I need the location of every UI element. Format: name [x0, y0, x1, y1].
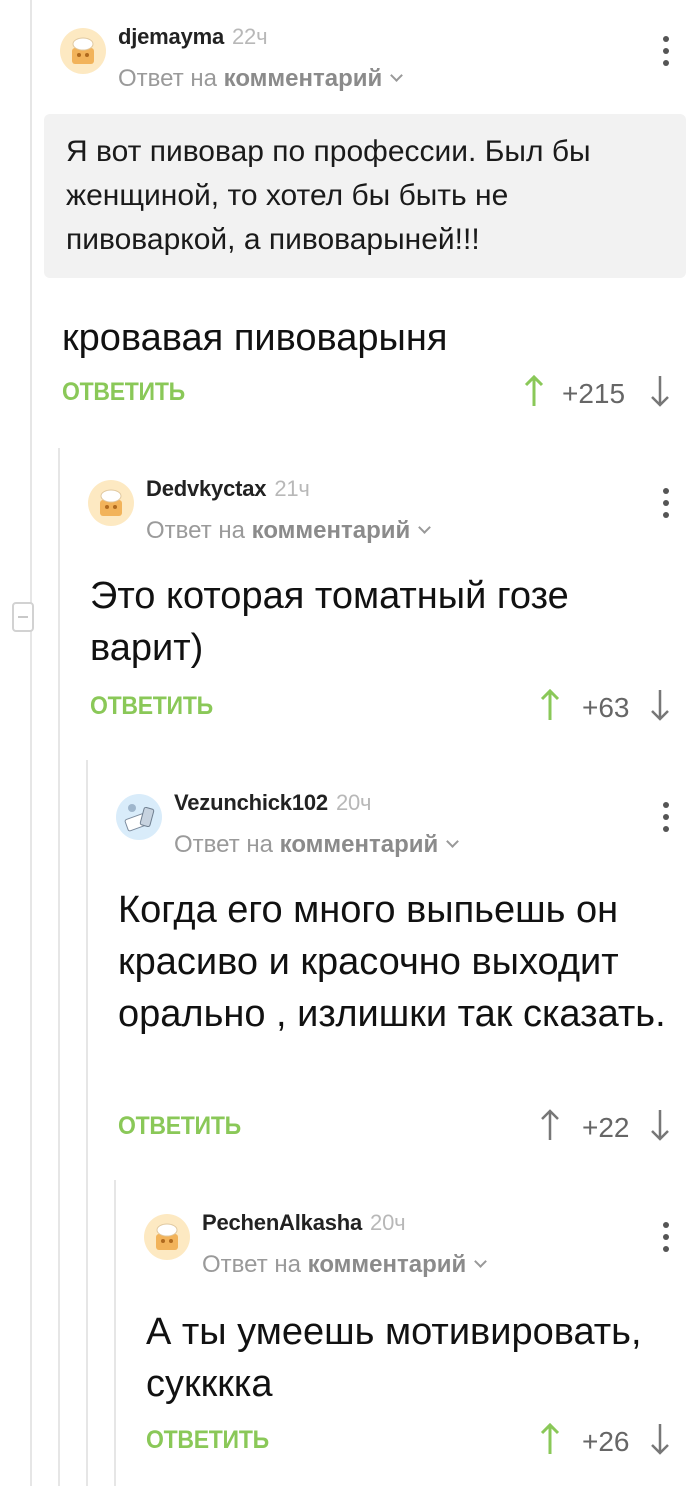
reply-to-link[interactable]: Ответ на комментарий [146, 517, 432, 545]
comment: djemayma 22ч Ответ на комментарий [60, 12, 670, 92]
reply-to-link[interactable]: Ответ на комментарий [118, 65, 404, 93]
reply-button[interactable]: ОТВЕТИТЬ [146, 1426, 269, 1455]
comment: Dedvkyctax 21ч Ответ на комментарий [88, 464, 670, 544]
comment-author[interactable]: Dedvkyctax 21ч [146, 476, 310, 502]
rating-value: +22 [582, 1112, 630, 1143]
quoted-comment[interactable]: Я вот пивовар по профессии. Был бы женщи… [44, 114, 686, 278]
comment-actions: ОТВЕТИТЬ +215 [62, 374, 676, 414]
downvote-arrow-icon[interactable] [650, 374, 670, 408]
upvote-arrow-icon[interactable] [524, 374, 544, 408]
collapse-thread-button[interactable] [12, 602, 34, 632]
minus-icon [18, 616, 28, 618]
comment-actions: ОТВЕТИТЬ +22 [118, 1108, 676, 1148]
comment-time: 21ч [274, 476, 310, 501]
chevron-down-icon [418, 521, 432, 534]
more-options-icon[interactable] [660, 36, 670, 66]
thread-line-level-3 [86, 760, 88, 1486]
comment-author[interactable]: djemayma 22ч [118, 24, 268, 50]
comment-author[interactable]: PechenAlkasha 20ч [202, 1210, 406, 1236]
comment-time: 20ч [335, 790, 372, 815]
rating-value: +215 [562, 378, 626, 409]
comment-header: PechenAlkasha 20ч Ответ на комментарий [144, 1198, 670, 1278]
comment-header: Vezunchick102 20ч Ответ на комментарий [116, 778, 670, 858]
comment: PechenAlkasha 20ч Ответ на комментарий [144, 1198, 670, 1278]
reply-button[interactable]: ОТВЕТИТЬ [90, 692, 213, 721]
comment-header: Dedvkyctax 21ч Ответ на комментарий [88, 464, 670, 544]
thread-line-level-4 [114, 1180, 116, 1486]
reply-to-link[interactable]: Ответ на комментарий [202, 1251, 488, 1279]
more-options-icon[interactable] [660, 488, 670, 518]
comment-text: Когда его много выпьешь он красиво и кра… [118, 889, 666, 1035]
comment-header: djemayma 22ч Ответ на комментарий [60, 12, 670, 92]
avatar[interactable] [88, 480, 134, 526]
rating-value: +26 [582, 1426, 630, 1457]
chevron-down-icon [390, 69, 404, 82]
thread-line-level-2 [58, 448, 60, 1486]
reply-button[interactable]: ОТВЕТИТЬ [118, 1112, 241, 1141]
downvote-arrow-icon[interactable] [650, 688, 670, 722]
upvote-arrow-icon[interactable] [540, 688, 560, 722]
rating-value: +63 [582, 692, 630, 723]
comment-actions: ОТВЕТИТЬ +63 [90, 688, 676, 728]
chevron-down-icon [446, 835, 460, 848]
comment-time: 22ч [232, 24, 268, 49]
avatar[interactable] [116, 794, 162, 840]
comment-author[interactable]: Vezunchick102 20ч [174, 790, 371, 816]
downvote-arrow-icon[interactable] [650, 1108, 670, 1142]
comment-text: А ты умеешь мотивировать, сукккка [146, 1311, 642, 1405]
comment-time: 20ч [370, 1210, 406, 1235]
avatar[interactable] [60, 28, 106, 74]
comment-text: кровавая пивоварыня [62, 317, 448, 359]
reply-to-link[interactable]: Ответ на комментарий [174, 831, 460, 859]
more-options-icon[interactable] [660, 802, 670, 832]
comment-text: Это которая томатный гозе варит) [90, 575, 569, 669]
comment-actions: ОТВЕТИТЬ +26 [146, 1422, 676, 1462]
upvote-arrow-icon[interactable] [540, 1108, 560, 1142]
downvote-arrow-icon[interactable] [650, 1422, 670, 1456]
chevron-down-icon [474, 1255, 488, 1268]
thread-line-level-1 [30, 0, 32, 1486]
avatar[interactable] [144, 1214, 190, 1260]
comment: Vezunchick102 20ч Ответ на комментарий [116, 778, 670, 858]
upvote-arrow-icon[interactable] [540, 1422, 560, 1456]
more-options-icon[interactable] [660, 1222, 670, 1252]
reply-button[interactable]: ОТВЕТИТЬ [62, 378, 185, 407]
